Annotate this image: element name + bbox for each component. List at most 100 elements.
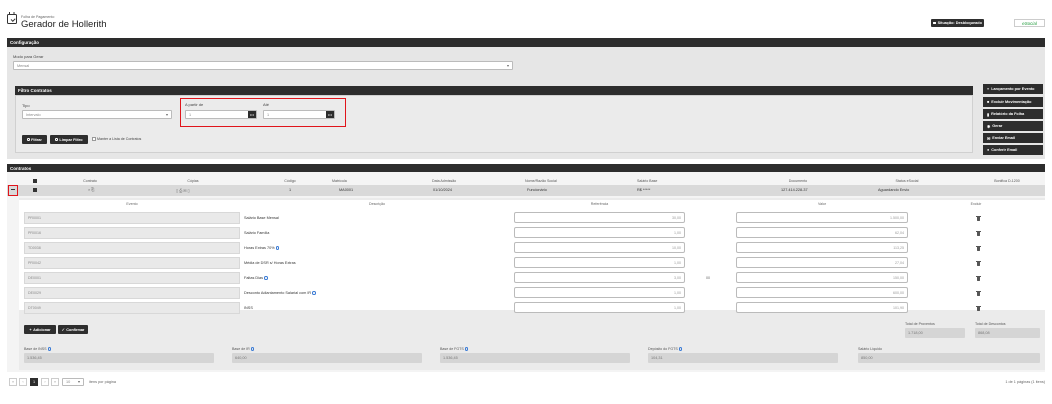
referencia-input[interactable]: 1,00 — [514, 287, 685, 298]
col-valor[interactable]: Valor — [736, 200, 908, 208]
referencia-input[interactable]: 30,00 — [514, 212, 685, 223]
col-nome[interactable]: Nome/Razão Social — [525, 177, 595, 184]
evento-descricao: Desconto Adiantamento Salarial com IR — [244, 291, 316, 295]
col-descricao[interactable]: Descrição — [244, 200, 510, 208]
prev-page-button[interactable]: ‹ — [19, 378, 27, 386]
first-page-button[interactable]: « — [9, 378, 17, 386]
apartir-value: 1 — [189, 112, 192, 117]
ate-label: Até — [263, 102, 270, 107]
evento-descricao-text: Desconto Adiantamento Salarial com IR — [244, 291, 312, 295]
row-salario: R$ ***** — [637, 188, 651, 192]
valor-input[interactable]: 62,04 — [736, 227, 908, 238]
situacao-button[interactable]: Situação: Desbloqueado — [931, 19, 984, 27]
trash-icon[interactable] — [976, 230, 981, 236]
search-icon — [27, 138, 30, 141]
collapse-icon[interactable] — [11, 189, 15, 190]
evento-code[interactable]: DE0001 — [24, 272, 240, 284]
copias-icons[interactable]: ▯ ⎙ ✉ ▯ — [176, 188, 190, 193]
trash-icon[interactable] — [976, 260, 981, 266]
valor-input[interactable]: 113,25 — [736, 242, 908, 253]
valor-input[interactable]: 1.500,00 — [736, 212, 908, 223]
referencia-input[interactable]: 1,00 — [514, 257, 685, 268]
trash-icon[interactable] — [976, 275, 981, 281]
select-all-checkbox[interactable] — [30, 177, 40, 184]
filtrar-button[interactable]: Filtrar — [22, 135, 47, 144]
trash-icon[interactable] — [976, 215, 981, 221]
evento-code[interactable]: PR0042 — [24, 257, 240, 269]
filtro-title: Filtro Contratos — [18, 88, 52, 93]
trash-icon[interactable] — [976, 305, 981, 311]
evento-descricao-text: Horas Extras 70% — [244, 246, 275, 250]
valor-input[interactable]: 600,00 — [736, 287, 908, 298]
tipo-select[interactable]: Intervalo — [22, 110, 172, 119]
page-title: Gerador de Hollerith — [21, 19, 107, 30]
col-data-admissao[interactable]: Data Admissão — [432, 177, 482, 184]
info-icon[interactable] — [678, 347, 683, 351]
base-fgts-label-text: Base de FGTS — [440, 347, 464, 351]
info-icon[interactable] — [264, 276, 268, 280]
modo-select[interactable]: Mensal — [13, 61, 513, 70]
row-codigo: 1 — [289, 188, 292, 192]
filtro-panel — [15, 95, 973, 153]
col-codigo[interactable]: Código — [270, 177, 310, 184]
col-copias[interactable]: Cópias — [168, 177, 218, 184]
referencia-input[interactable]: 1,00 — [514, 302, 685, 313]
last-page-button[interactable]: » — [51, 378, 59, 386]
more-dots-icon[interactable]: ••• — [248, 111, 256, 118]
valor-input[interactable]: 101,90 — [736, 302, 908, 313]
salario-liquido-label: Salário Líquido — [858, 347, 882, 351]
col-excluir[interactable]: Excluir — [912, 200, 1040, 208]
plus-icon: + — [29, 327, 32, 332]
adicionar-button[interactable]: + Adicionar — [24, 325, 56, 334]
row-checkbox[interactable] — [33, 188, 37, 192]
referencia-input[interactable]: 3,00 — [514, 272, 685, 283]
contratos-bar: Contratos — [7, 164, 1045, 172]
excluir-movimentacao-button[interactable]: ■ Excluir Movimentação — [983, 97, 1043, 107]
enviar-email-button[interactable]: ✉ Enviar Email — [983, 133, 1043, 143]
gerar-button[interactable]: ✱ Gerar — [983, 121, 1043, 131]
more-dots-icon[interactable]: ••• — [326, 111, 334, 118]
manter-lista-checkbox[interactable] — [92, 137, 96, 141]
info-icon[interactable] — [464, 347, 469, 351]
lancamento-evento-button[interactable]: ≡ Lançamento por Evento — [983, 84, 1043, 94]
esocial-label: eSocial — [1022, 20, 1037, 26]
page-size-select[interactable]: 10 — [62, 378, 84, 386]
evento-code[interactable]: TD0038 — [24, 242, 240, 254]
check-icon: ✓ — [61, 328, 65, 332]
contrato-icons[interactable]: ⌕ ⎘ — [88, 188, 94, 192]
limpar-filtro-button[interactable]: Limpar Filtro — [50, 135, 88, 144]
col-documento[interactable]: Documento — [773, 177, 823, 184]
col-referencia[interactable]: Referência — [514, 200, 685, 208]
col-bonifica[interactable]: Bonifica D-1200 — [977, 177, 1037, 184]
esocial-button[interactable]: eSocial — [1014, 19, 1045, 27]
evento-code[interactable]: DE0029 — [24, 287, 240, 299]
col-evento[interactable]: Evento — [24, 200, 240, 208]
valor-input[interactable]: 150,00 — [736, 272, 908, 283]
info-icon[interactable] — [275, 246, 280, 250]
referencia-input[interactable]: 10,00 — [514, 242, 685, 253]
apartir-input[interactable]: 1 ••• — [185, 110, 257, 119]
row-documento: 127.414.228-37 — [781, 188, 808, 192]
chevron-down-icon — [166, 113, 168, 116]
evento-code[interactable]: PR0001 — [24, 212, 240, 224]
col-salario[interactable]: Salário Base — [637, 177, 687, 184]
next-page-button[interactable]: › — [41, 378, 49, 386]
evento-code[interactable]: DT0049 — [24, 302, 240, 314]
conferir-email-button[interactable]: ● Conferir Email — [983, 145, 1043, 155]
confirmar-button[interactable]: ✓ Confirmar — [58, 325, 88, 334]
relatorio-folha-button[interactable]: ▮ Relatório da Folha — [983, 109, 1043, 119]
info-icon[interactable] — [312, 291, 316, 295]
info-icon[interactable] — [250, 347, 255, 351]
trash-icon[interactable] — [976, 290, 981, 296]
trash-icon[interactable] — [976, 245, 981, 251]
ate-input[interactable]: 1 ••• — [263, 110, 335, 119]
col-contrato[interactable]: Contrato — [65, 177, 115, 184]
page-button-current[interactable]: 1 — [30, 378, 38, 386]
evento-code[interactable]: PR0016 — [24, 227, 240, 239]
valor-input[interactable]: 27,04 — [736, 257, 908, 268]
col-status[interactable]: Status eSocial — [877, 177, 937, 184]
col-matricula[interactable]: Matrícula — [332, 177, 372, 184]
info-icon[interactable] — [47, 347, 52, 351]
row-data-admissao: 01/10/2024 — [433, 188, 453, 192]
referencia-input[interactable]: 1,00 — [514, 227, 685, 238]
